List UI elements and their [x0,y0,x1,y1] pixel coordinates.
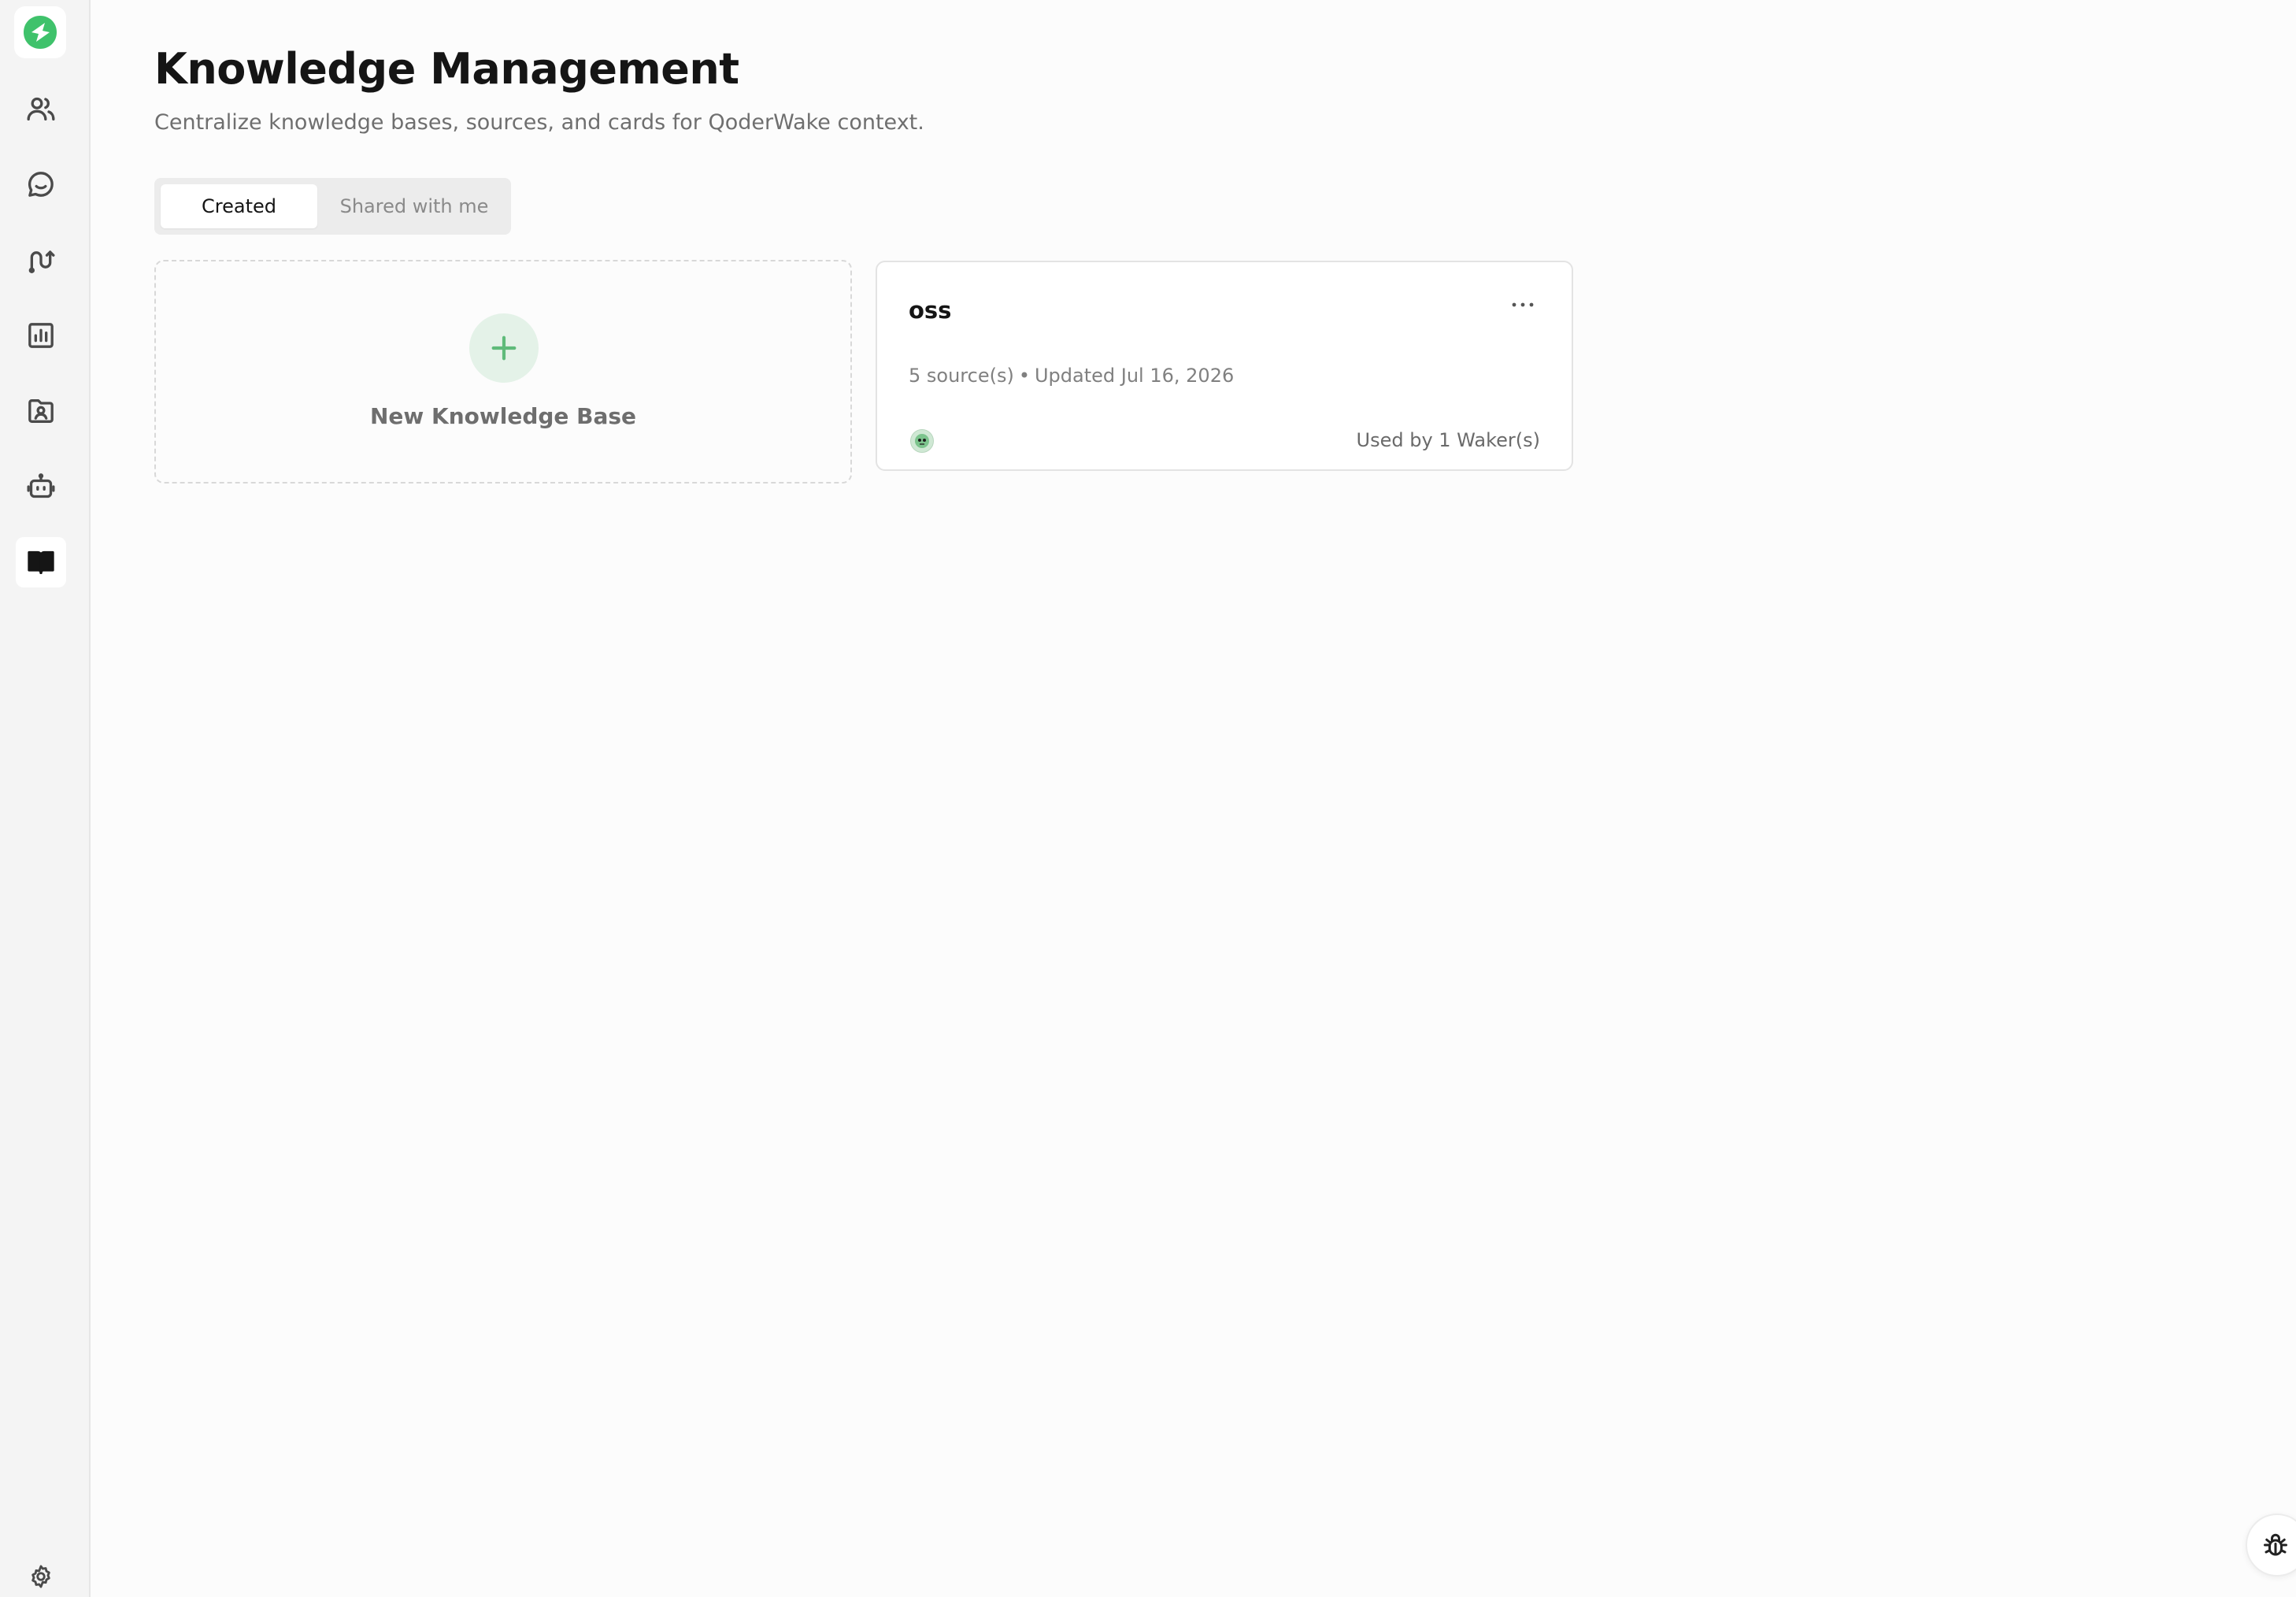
qoderwake-logo-icon [24,16,57,49]
sidebar-item-workflow[interactable] [16,235,66,285]
new-knowledge-base-label: New Knowledge Base [369,403,637,429]
sidebar-item-chat[interactable] [16,159,66,209]
app-logo[interactable] [14,6,66,58]
app-root: Knowledge Management Centralize knowledg… [0,0,2296,1597]
meta-separator: • [1018,365,1030,387]
knowledge-base-menu-button[interactable] [1505,291,1540,319]
sidebar-item-contacts[interactable] [16,386,66,436]
knowledge-base-meta: 5 source(s) • Updated Jul 16, 2026 [909,365,1234,387]
page-subtitle: Centralize knowledge bases, sources, and… [154,110,924,135]
knowledge-base-updated: Updated Jul 16, 2026 [1034,365,1235,387]
more-horizontal-icon [1512,302,1534,307]
sidebar-settings[interactable] [16,1551,66,1597]
sidebar-item-analytics[interactable] [16,310,66,361]
contact-folder-icon [28,399,54,423]
new-knowledge-base-card[interactable]: New Knowledge Base [154,260,852,484]
knowledge-base-used-by: Used by 1 Waker(s) [1356,429,1540,451]
bug-icon [2264,1533,2287,1556]
workflow-icon [28,250,55,273]
gear-icon [31,1565,50,1588]
main-content: Knowledge Management Centralize knowledg… [91,0,2296,1597]
plus-icon [491,335,517,361]
waker-avatar-icon [915,434,929,448]
knowledge-base-name: oss [909,297,952,324]
page-title: Knowledge Management [154,44,739,94]
knowledge-base-card[interactable]: oss 5 source(s) • Updated Jul 16, 2026 U… [876,261,1573,471]
users-icon [27,97,55,120]
knowledge-base-sources: 5 source(s) [909,365,1014,387]
tab-shared-with-me[interactable]: Shared with me [324,184,505,228]
sidebar-item-users[interactable] [16,83,66,134]
robot-icon [27,473,55,498]
sidebar-item-knowledge[interactable] [16,537,66,587]
chart-icon [28,323,54,348]
view-tabs: Created Shared with me [154,178,511,235]
sidebar-item-agents[interactable] [16,461,66,512]
plus-circle [469,313,539,383]
sidebar [0,0,91,1597]
waker-avatar [910,429,934,453]
book-icon [28,550,54,574]
tab-created[interactable]: Created [161,184,317,228]
chat-icon [28,172,54,197]
